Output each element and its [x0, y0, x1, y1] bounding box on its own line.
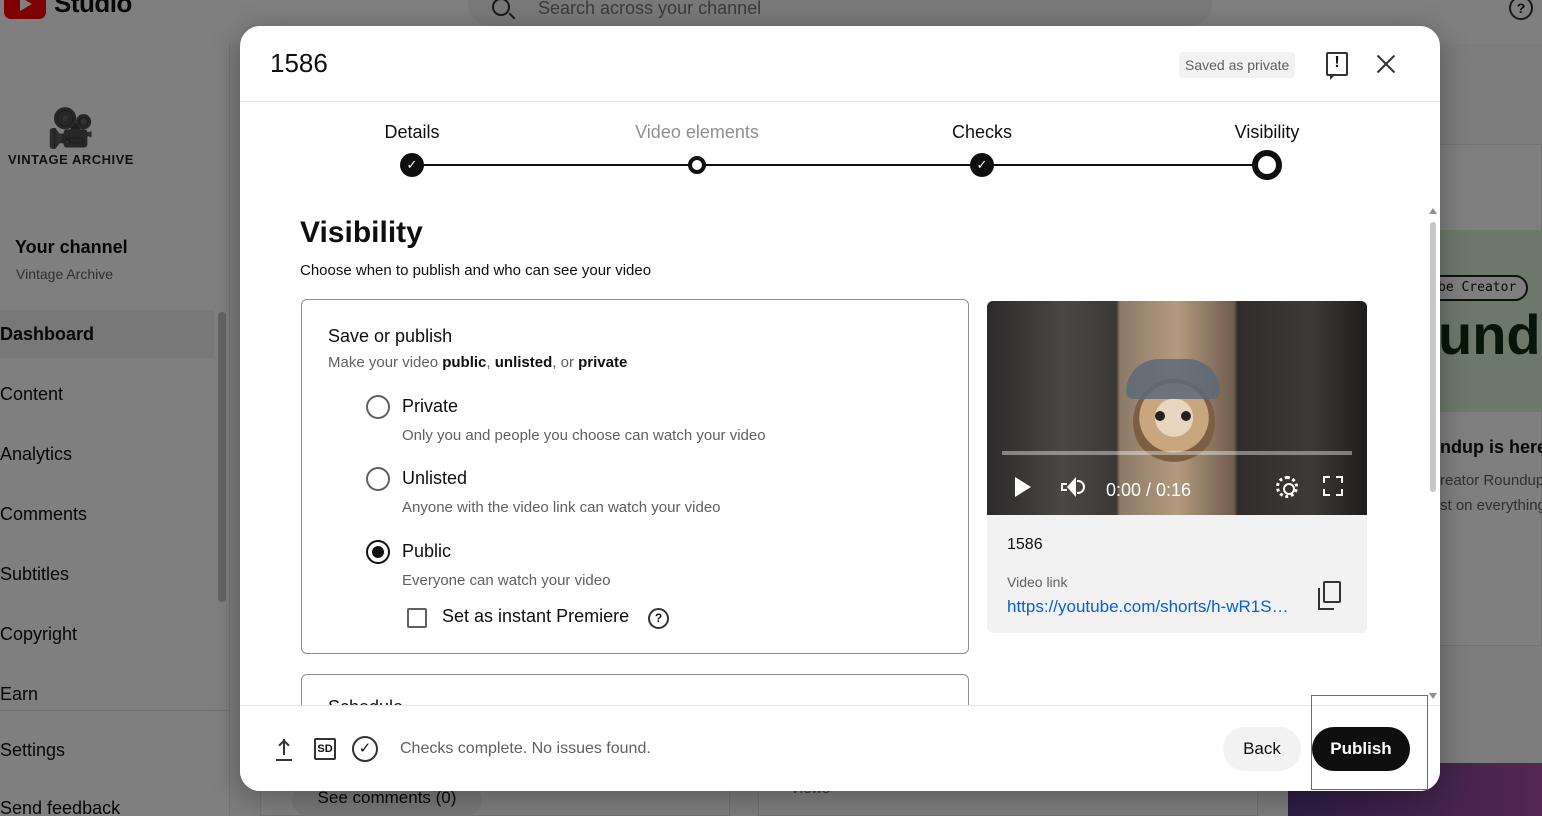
- step-checks-check-icon[interactable]: ✓: [970, 153, 994, 177]
- video-frame-eye: [1155, 411, 1165, 421]
- close-icon[interactable]: [1372, 50, 1400, 78]
- preview-video-title: 1586: [1007, 536, 1043, 553]
- copy-link-icon[interactable]: [1318, 581, 1341, 610]
- video-progress-bar[interactable]: [1002, 451, 1352, 455]
- stepper-line: [412, 164, 1268, 166]
- public-radio[interactable]: [366, 540, 390, 564]
- video-link[interactable]: https://youtube.com/shorts/h-wR1SKBM4Y: [1007, 597, 1289, 617]
- video-preview-card: 0:00 / 0:16 1586 Video link https://yout…: [987, 301, 1367, 633]
- header-divider: [240, 101, 1440, 102]
- play-icon[interactable]: [1015, 477, 1031, 497]
- save-or-publish-section: Save or publish Make your video public, …: [301, 299, 969, 654]
- step-details-check-icon[interactable]: ✓: [400, 153, 424, 177]
- volume-icon[interactable]: [1061, 477, 1087, 497]
- save-or-publish-subtitle: Make your video public, unlisted, or pri…: [328, 354, 628, 371]
- public-option-desc: Everyone can watch your video: [402, 572, 611, 589]
- dialog-footer: SD ✓ Checks complete. No issues found. B…: [240, 705, 1440, 791]
- video-frame-hat: [1126, 359, 1220, 399]
- private-option-desc: Only you and people you choose can watch…: [402, 427, 766, 444]
- step-video-elements-label[interactable]: Video elements: [577, 122, 817, 143]
- video-link-label: Video link: [1007, 574, 1068, 590]
- checks-status-text: Checks complete. No issues found.: [400, 740, 651, 757]
- saved-status-badge: Saved as private: [1179, 52, 1296, 78]
- step-details-label[interactable]: Details: [292, 122, 532, 143]
- video-time: 0:00 / 0:16: [1106, 480, 1192, 500]
- visibility-heading: Visibility: [300, 216, 423, 249]
- unlisted-option-label[interactable]: Unlisted: [402, 468, 467, 489]
- step-visibility-label[interactable]: Visibility: [1147, 122, 1387, 143]
- sd-quality-icon: SD: [314, 738, 336, 760]
- step-visibility-dot[interactable]: [1252, 150, 1282, 180]
- instant-premiere-label[interactable]: Set as instant Premiere: [442, 606, 629, 627]
- private-radio[interactable]: [366, 395, 390, 419]
- settings-gear-icon[interactable]: [1276, 476, 1298, 498]
- unlisted-option-desc: Anyone with the video link can watch you…: [402, 499, 721, 516]
- video-player[interactable]: 0:00 / 0:16: [987, 301, 1367, 515]
- dialog-title: 1586: [270, 48, 328, 78]
- publish-highlight-box: [1311, 695, 1428, 790]
- checks-complete-icon: ✓: [352, 736, 378, 762]
- private-option-label[interactable]: Private: [402, 396, 458, 417]
- upload-icon: [276, 737, 292, 761]
- visibility-subtitle: Choose when to publish and who can see y…: [300, 262, 652, 279]
- unlisted-radio[interactable]: [366, 467, 390, 491]
- step-video-elements-dot[interactable]: [688, 156, 706, 174]
- scroll-up-arrow-icon[interactable]: [1429, 208, 1437, 214]
- dialog-scrollbar[interactable]: [1430, 222, 1436, 492]
- back-button[interactable]: Back: [1223, 727, 1301, 771]
- premiere-help-icon[interactable]: ?: [648, 608, 669, 629]
- public-option-label[interactable]: Public: [402, 541, 451, 562]
- scroll-down-arrow-icon[interactable]: [1429, 693, 1437, 699]
- fullscreen-icon[interactable]: [1323, 476, 1343, 496]
- upload-dialog: 1586 Saved as private ! Details Video el…: [240, 26, 1440, 791]
- save-or-publish-title: Save or publish: [328, 326, 453, 346]
- step-checks-label[interactable]: Checks: [862, 122, 1102, 143]
- instant-premiere-checkbox[interactable]: [407, 608, 427, 628]
- report-feedback-icon[interactable]: !: [1326, 52, 1348, 80]
- video-frame-eye: [1181, 411, 1191, 421]
